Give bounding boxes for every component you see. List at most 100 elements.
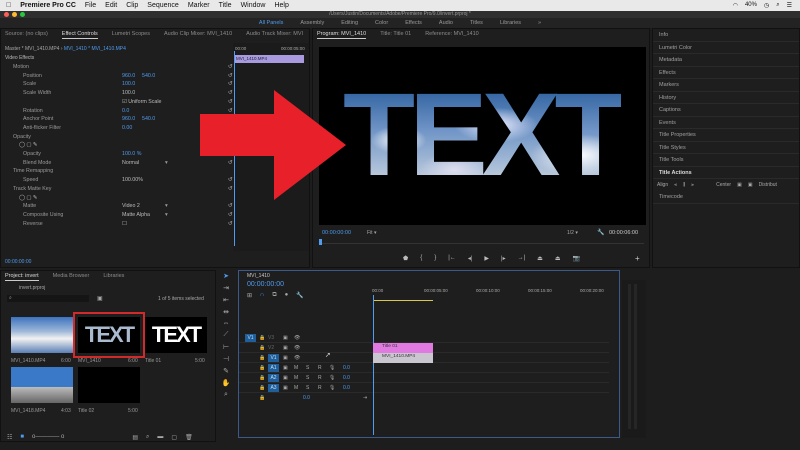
menu-list-icon[interactable]: ☰ bbox=[787, 2, 792, 9]
workspace-effects[interactable]: Effects bbox=[405, 18, 422, 28]
tab-effect-controls[interactable]: Effect Controls bbox=[61, 29, 98, 39]
hand-tool-icon[interactable]: ✋ bbox=[222, 379, 231, 387]
workspace-assembly[interactable]: Assembly bbox=[300, 18, 324, 28]
workspace-audio[interactable]: Audio bbox=[439, 18, 453, 28]
linked-selection-icon[interactable]: ⧉ bbox=[272, 292, 276, 299]
track-a2[interactable]: 🔒 A2 ▣ M S R 🎙 0.0 bbox=[239, 373, 609, 383]
effect-value[interactable]: 0.00 bbox=[122, 124, 132, 133]
zoom-slider[interactable]: o———— o bbox=[32, 434, 64, 441]
icon-view-icon[interactable]: ■ bbox=[20, 434, 24, 441]
tab-project[interactable]: Project: invert bbox=[5, 271, 39, 281]
play-icon[interactable]: ▶ bbox=[484, 255, 489, 262]
clip-selector[interactable]: Master * MVI_1410.MP4 › MVI_1410 * MVI_1… bbox=[5, 46, 126, 52]
mute-button[interactable]: M bbox=[294, 363, 298, 373]
panel-timecode[interactable]: Timecode bbox=[653, 191, 799, 204]
track-master[interactable]: 🔒 0.0 ⇥ bbox=[239, 393, 609, 403]
sequence-tab[interactable]: MVI_1410 bbox=[247, 273, 270, 279]
align-center-icon[interactable]: ⫼ bbox=[683, 182, 685, 188]
add-button-icon[interactable]: + bbox=[635, 254, 640, 263]
record-button[interactable]: R bbox=[318, 383, 322, 393]
clock-icon[interactable]: ◷ bbox=[764, 2, 769, 9]
list-view-icon[interactable]: ☷ bbox=[7, 434, 12, 441]
step-forward-icon[interactable]: |▸ bbox=[501, 255, 506, 262]
sync-lock-icon[interactable]: ▣ bbox=[283, 353, 288, 363]
lock-icon[interactable]: 🔒 bbox=[259, 343, 265, 353]
track-a3[interactable]: 🔒 A3 ▣ M S R 🎙 0.0 bbox=[239, 383, 609, 393]
align-right-icon[interactable]: ⫸ bbox=[691, 182, 694, 188]
panel-lumetri-color[interactable]: Lumetri Color bbox=[653, 42, 799, 54]
mask-tools[interactable]: ◯ ▢ ✎ bbox=[19, 194, 37, 203]
rate-stretch-tool-icon[interactable]: ⇔ bbox=[223, 320, 230, 327]
menu-window[interactable]: Window bbox=[241, 2, 266, 9]
track-target[interactable]: V1 bbox=[268, 354, 279, 362]
timeline-settings-icon[interactable]: 🔧 bbox=[296, 292, 303, 299]
effect-value[interactable]: Matte Alpha bbox=[122, 211, 150, 220]
lock-icon[interactable]: 🔒 bbox=[259, 393, 265, 403]
effect-value[interactable]: 960.0 bbox=[122, 72, 135, 81]
eye-icon[interactable]: 👁 bbox=[294, 333, 300, 343]
reset-icon[interactable]: ↺ bbox=[228, 202, 232, 211]
eye-icon[interactable]: 👁 bbox=[294, 343, 300, 353]
wrench-icon[interactable]: 🔧 bbox=[597, 229, 604, 236]
mask-tools[interactable]: ◯ ▢ ✎ bbox=[19, 141, 37, 150]
mic-icon[interactable]: 🎙 bbox=[329, 363, 335, 373]
zoom-tool-icon[interactable]: ⌕ bbox=[224, 391, 228, 399]
item-thumbnail[interactable] bbox=[78, 367, 140, 403]
battery-percent[interactable]: 40% bbox=[745, 2, 757, 9]
panel-metadata[interactable]: Metadata bbox=[653, 54, 799, 67]
mark-in-icon[interactable]: { bbox=[420, 255, 422, 262]
reset-icon[interactable]: ↺ bbox=[228, 211, 232, 220]
selection-tool-icon[interactable]: ➤ bbox=[223, 272, 229, 280]
effect-value[interactable]: Video 2 bbox=[122, 202, 140, 211]
step-back-icon[interactable]: ◂| bbox=[468, 255, 473, 262]
effect-value-2[interactable]: 540.0 bbox=[142, 72, 155, 81]
track-target[interactable]: A3 bbox=[268, 384, 279, 392]
workspace-titles[interactable]: Titles bbox=[470, 18, 483, 28]
tab-audio-clip-mixer[interactable]: Audio Clip Mixer: MVI_1410 bbox=[164, 29, 232, 39]
mini-clip[interactable]: MVI_1410.MP4 bbox=[234, 55, 304, 63]
menu-title[interactable]: Title bbox=[219, 2, 232, 9]
new-item-icon[interactable]: ▢ bbox=[171, 434, 177, 441]
clip-mvi-1410[interactable]: MVI_1410.MP4 bbox=[373, 353, 433, 363]
tab-media-browser[interactable]: Media Browser bbox=[53, 271, 90, 281]
timeline-playhead[interactable] bbox=[373, 295, 374, 435]
rolling-edit-tool-icon[interactable]: ⇹ bbox=[223, 308, 229, 316]
sync-lock-icon[interactable]: ▣ bbox=[283, 333, 288, 343]
eye-icon[interactable]: 👁 bbox=[294, 353, 300, 363]
panel-title-properties[interactable]: Title Properties bbox=[653, 129, 799, 142]
menu-help[interactable]: Help bbox=[274, 2, 288, 9]
tab-lumetri-scopes[interactable]: Lumetri Scopes bbox=[112, 29, 150, 39]
effect-value[interactable]: 100.0 bbox=[122, 80, 135, 89]
tab-source[interactable]: Source: (no clips) bbox=[5, 29, 48, 39]
track-volume[interactable]: 0.0 bbox=[343, 363, 350, 373]
lock-icon[interactable]: 🔒 bbox=[259, 383, 265, 393]
panel-events[interactable]: Events bbox=[653, 117, 799, 129]
center-h-icon[interactable]: ▣ bbox=[737, 182, 742, 188]
menu-app[interactable]: Premiere Pro CC bbox=[20, 2, 76, 9]
uniform-scale-checkbox[interactable]: ☑ Uniform Scale bbox=[122, 98, 162, 107]
effect-value-2[interactable]: 540.0 bbox=[142, 115, 155, 124]
minimize-window-button[interactable] bbox=[12, 12, 17, 17]
workspace-color[interactable]: Color bbox=[375, 18, 388, 28]
track-a1[interactable]: 🔒 A1 ▣ M S R 🎙 0.0 bbox=[239, 363, 609, 373]
add-marker-icon[interactable]: ● bbox=[285, 292, 289, 299]
pen-tool-icon[interactable]: ✎ bbox=[223, 367, 229, 375]
reset-icon[interactable]: ↺ bbox=[228, 63, 232, 72]
sync-lock-icon[interactable]: ▣ bbox=[283, 383, 288, 393]
effect-value[interactable]: 100.00% bbox=[122, 176, 143, 185]
track-target[interactable]: V2 bbox=[268, 343, 274, 353]
track-target[interactable]: A2 bbox=[268, 374, 279, 382]
program-timecode[interactable]: 00:00:00:00 bbox=[322, 230, 351, 236]
tab-audio-track-mixer[interactable]: Audio Track Mixer: MVI bbox=[246, 29, 303, 39]
mic-icon[interactable]: 🎙 bbox=[329, 373, 335, 383]
mic-icon[interactable]: 🎙 bbox=[329, 383, 335, 393]
apple-icon[interactable]:  bbox=[6, 2, 11, 9]
menu-clip[interactable]: Clip bbox=[126, 2, 138, 9]
extract-icon[interactable]: ⏏ bbox=[555, 255, 561, 262]
solo-button[interactable]: S bbox=[306, 373, 309, 383]
effect-value[interactable]: 960.0 bbox=[122, 115, 135, 124]
sync-lock-icon[interactable]: ▣ bbox=[283, 373, 288, 383]
search-icon[interactable]: ⌕ bbox=[776, 2, 779, 9]
menu-marker[interactable]: Marker bbox=[188, 2, 210, 9]
menu-sequence[interactable]: Sequence bbox=[147, 2, 179, 9]
